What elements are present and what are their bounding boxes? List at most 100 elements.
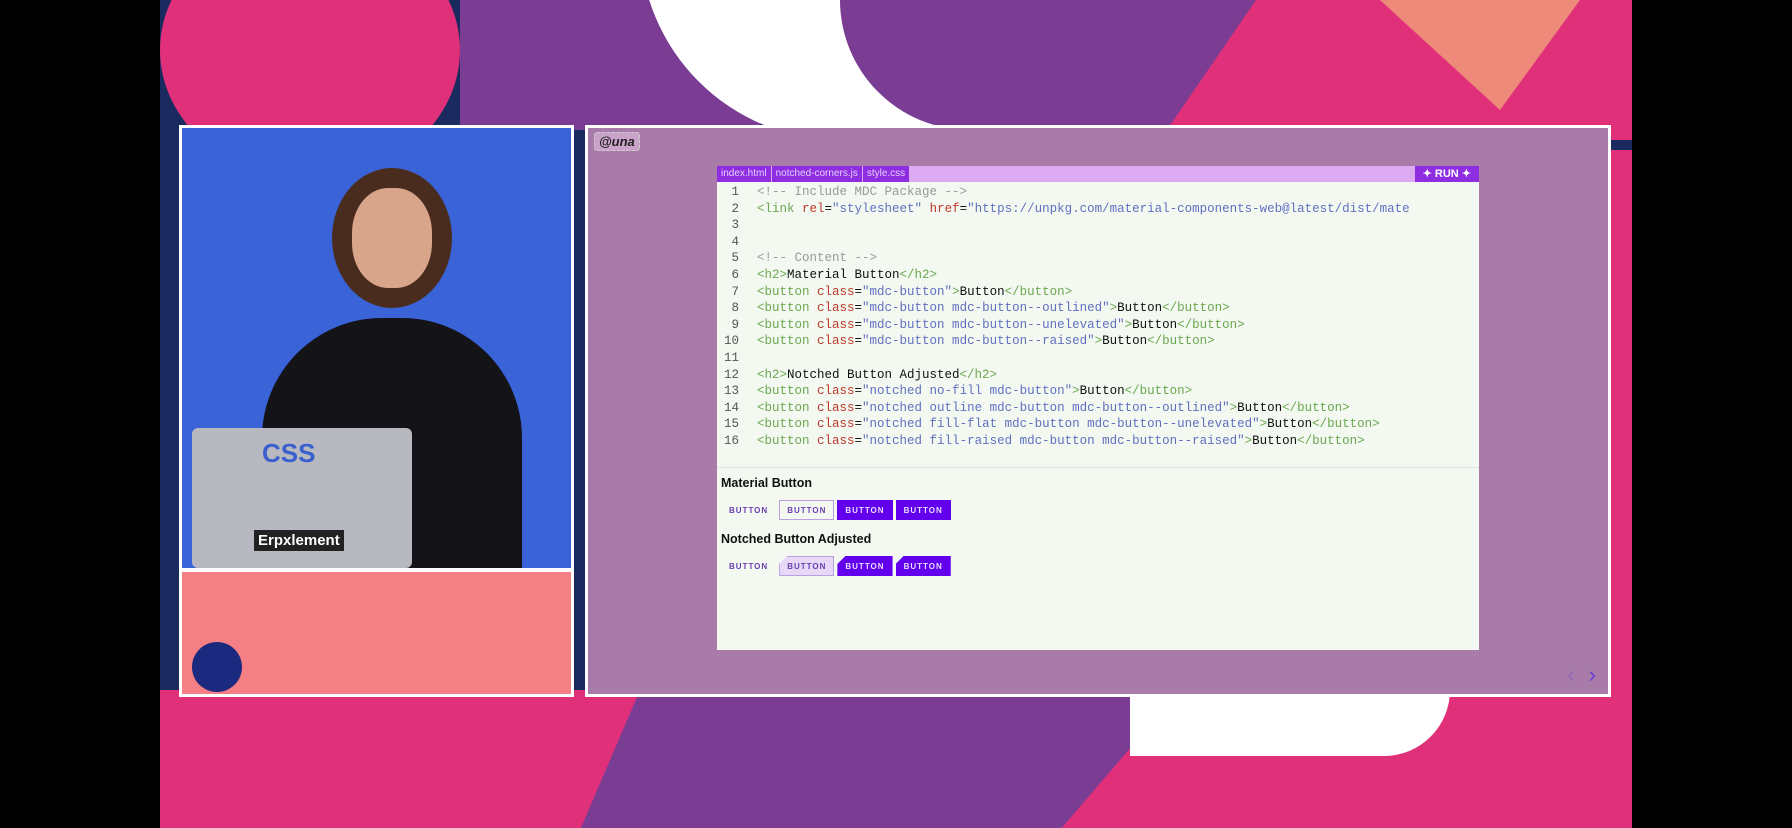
- code-token: =: [854, 317, 863, 332]
- code-line: 8 <button class="mdc-button mdc-button--o…: [717, 300, 1479, 317]
- preview-heading-material: Material Button: [721, 476, 812, 490]
- code-token: class: [817, 301, 855, 316]
- code-line: 16 <button class="notched fill-raised mdc…: [717, 433, 1479, 450]
- code-line: 13 <button class="notched no-fill mdc-but…: [717, 383, 1479, 400]
- code-token: <!-- Content -->: [757, 251, 878, 266]
- code-token: =: [854, 334, 863, 349]
- code-token: class: [817, 433, 855, 448]
- code-token: Notched Button Adjusted: [787, 367, 960, 382]
- line-number: 12: [723, 367, 739, 382]
- code-line: 11: [717, 350, 1479, 367]
- code-token: Button: [1252, 433, 1298, 448]
- line-number: 14: [723, 400, 739, 415]
- code-line: 6 <h2>Material Button</h2>: [717, 267, 1479, 284]
- line-number: 1: [731, 185, 739, 199]
- code-token: Button: [1237, 400, 1283, 415]
- material-button-unelevated[interactable]: BUTTON: [837, 500, 893, 520]
- code-token: "mdc-button mdc-button--unelevated": [862, 317, 1125, 332]
- code-line: 2 <link rel="stylesheet" href="https://un…: [717, 201, 1479, 218]
- code-token: "mdc-button mdc-button--raised": [862, 334, 1095, 349]
- code-token: Button: [1132, 317, 1178, 332]
- code-token: "mdc-button": [862, 284, 953, 299]
- code-token: <button: [757, 284, 818, 299]
- code-token: </button>: [1177, 317, 1245, 332]
- line-number: 5: [731, 251, 739, 266]
- code-token: </h2>: [899, 267, 938, 282]
- prev-slide-icon[interactable]: ‹: [1567, 662, 1574, 688]
- notched-button-outline[interactable]: BUTTON: [779, 556, 835, 576]
- code-token: </h2>: [959, 367, 998, 382]
- code-token: "stylesheet": [832, 201, 930, 216]
- slide-panel: @una index.html notched-corners.js style…: [585, 125, 1611, 697]
- run-button[interactable]: ✦ RUN ✦: [1414, 166, 1479, 182]
- code-token: =: [854, 384, 863, 399]
- code-token: </button>: [1004, 284, 1073, 299]
- code-token: "https://unpkg.com/material-components-w…: [967, 201, 1410, 216]
- line-number: 4: [731, 234, 739, 249]
- speaker-video: CSS Erpxlement: [179, 125, 574, 697]
- line-number: 3: [731, 218, 739, 233]
- code-token: =: [854, 417, 863, 432]
- code-token: >: [1072, 384, 1080, 399]
- line-number: 7: [731, 284, 739, 299]
- code-line: 1 <!-- Include MDC Package -->: [717, 184, 1479, 201]
- code-token: href: [929, 201, 960, 216]
- tab-index-html[interactable]: index.html: [717, 166, 772, 182]
- code-token: class: [817, 317, 855, 332]
- notched-button-fill-raised[interactable]: BUTTON: [895, 556, 951, 576]
- material-button-text[interactable]: BUTTON: [721, 500, 776, 520]
- code-token: =: [854, 301, 863, 316]
- speaker-handle: @una: [594, 132, 640, 151]
- code-line: 4: [717, 234, 1479, 251]
- code-token: </button>: [1282, 400, 1350, 415]
- tab-notched-corners-js[interactable]: notched-corners.js: [771, 166, 863, 182]
- code-token: <button: [757, 384, 818, 399]
- code-token: Material Button: [787, 267, 900, 282]
- code-token: =: [854, 433, 863, 448]
- next-slide-icon[interactable]: ›: [1589, 662, 1596, 688]
- code-token: <h2>: [757, 367, 788, 382]
- code-token: Button: [1117, 301, 1163, 316]
- line-number: 9: [731, 317, 739, 332]
- podium: [182, 568, 571, 694]
- material-button-outlined[interactable]: BUTTON: [779, 500, 835, 520]
- line-number: 2: [731, 201, 739, 216]
- line-number: 8: [731, 301, 739, 316]
- notched-button-fill-flat[interactable]: BUTTON: [837, 556, 893, 576]
- code-token: =: [854, 400, 863, 415]
- code-token: </button>: [1297, 433, 1365, 448]
- code-line: 12 <h2>Notched Button Adjusted</h2>: [717, 367, 1479, 384]
- code-line: 9 <button class="mdc-button mdc-button--u…: [717, 317, 1479, 334]
- code-token: <button: [757, 433, 818, 448]
- line-number: 16: [723, 433, 739, 448]
- material-button-raised[interactable]: BUTTON: [895, 500, 951, 520]
- code-token: <button: [757, 417, 818, 432]
- code-token: "mdc-button mdc-button--outlined": [862, 301, 1110, 316]
- code-token: =: [824, 201, 833, 216]
- code-line: 10 <button class="mdc-button mdc-button--…: [717, 333, 1479, 350]
- preview-pane: Material Button BUTTON BUTTON BUTTON BUT…: [717, 468, 1479, 594]
- code-token: >: [1244, 433, 1253, 448]
- css-sticker: CSS: [262, 438, 316, 468]
- notched-button-no-fill[interactable]: BUTTON: [721, 556, 776, 576]
- code-editor: index.html notched-corners.js style.css …: [717, 166, 1479, 650]
- code-token: "notched fill-raised mdc-button mdc-butt…: [862, 433, 1245, 448]
- tab-style-css[interactable]: style.css: [862, 166, 911, 182]
- code-token: "notched fill-flat mdc-button mdc-button…: [862, 417, 1260, 432]
- code-token: class: [817, 417, 855, 432]
- code-token: Button: [959, 284, 1005, 299]
- code-area[interactable]: 1 <!-- Include MDC Package --> 2 <link rel=…: [717, 182, 1479, 468]
- code-token: <button: [757, 334, 818, 349]
- code-token: <button: [757, 317, 818, 332]
- line-number: 10: [723, 334, 739, 349]
- code-token: >: [1109, 301, 1118, 316]
- code-token: <button: [757, 400, 818, 415]
- code-token: <link: [757, 201, 803, 216]
- laptop-sticker: Erpxlement: [254, 530, 344, 551]
- code-line: 14 <button class="notched outline mdc-but…: [717, 400, 1479, 417]
- code-token: </button>: [1162, 301, 1230, 316]
- code-token: <h2>: [757, 267, 788, 282]
- code-token: <button: [757, 301, 818, 316]
- code-token: >: [1229, 400, 1238, 415]
- code-token: <!-- Include MDC Package -->: [757, 185, 968, 199]
